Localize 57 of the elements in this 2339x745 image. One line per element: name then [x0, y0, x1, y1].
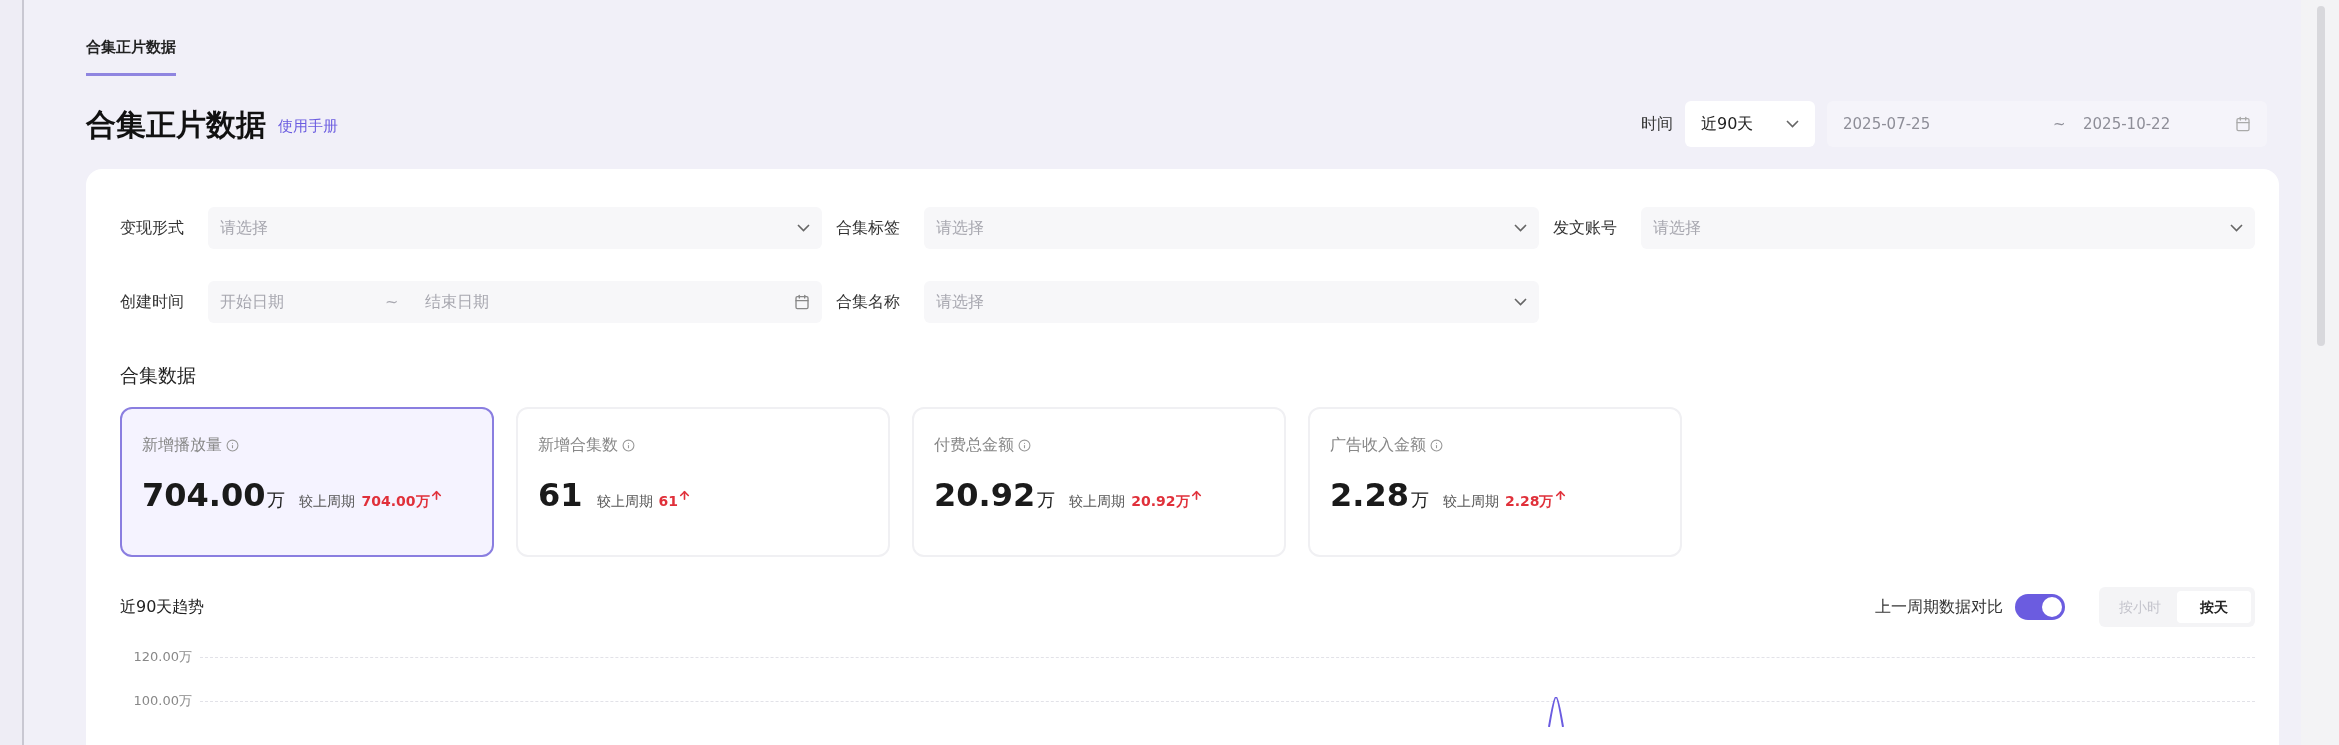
metric-value: 61 — [538, 475, 583, 516]
arrow-up-icon — [429, 488, 443, 502]
arrow-up-icon — [678, 488, 691, 502]
arrow-up-icon — [1189, 488, 1203, 502]
metric-card[interactable]: 新增播放量 704.00万 较上周期 704.00万 — [120, 407, 494, 557]
page-title: 合集正片数据 — [86, 106, 266, 144]
compare-label: 较上周期 — [1442, 492, 1499, 511]
trend-line — [1548, 697, 1564, 727]
info-icon — [622, 438, 635, 452]
metric-unit: 万 — [1037, 488, 1056, 512]
metric-value: 2.28 — [1330, 475, 1409, 516]
filter-label: 创建时间 — [120, 290, 185, 313]
filter-label: 发文账号 — [1552, 216, 1618, 239]
time-label: 时间 — [1641, 113, 1673, 136]
section-title: 合集数据 — [120, 362, 197, 388]
metric-card[interactable]: 新增合集数 61 较上周期 61 — [516, 407, 890, 557]
chevron-down-icon — [1786, 120, 1799, 129]
y-axis-label: 100.00万 — [132, 692, 193, 711]
metric-label: 新增合集数 — [538, 434, 618, 456]
info-icon — [226, 438, 239, 452]
metric-unit: 万 — [267, 488, 286, 512]
compare-value: 61 — [658, 492, 678, 511]
granularity-tab[interactable]: 按天 — [2177, 591, 2251, 623]
chevron-down-icon — [797, 223, 811, 232]
metric-label: 新增播放量 — [142, 434, 222, 456]
time-select[interactable]: 近90天 — [1685, 101, 1815, 148]
metric-card[interactable]: 广告收入金额 2.28 万 较上周期 2.28万 — [1308, 407, 1682, 557]
compare-value: 20.92万 — [1131, 492, 1190, 511]
info-icon — [1430, 438, 1443, 452]
metric-unit: 万 — [1410, 488, 1429, 512]
metric-card[interactable]: 付费总金额 20.92 万 较上周期 20.92万 — [912, 407, 1286, 557]
metric-value: 704.00 — [142, 475, 266, 516]
trend-title: 近90天趋势 — [120, 596, 205, 618]
calendar-icon — [794, 293, 811, 310]
date-range-field[interactable]: 2025-07-25 ~ 2025-10-22 — [1827, 101, 2267, 148]
compare-toggle[interactable] — [2015, 594, 2065, 620]
chevron-down-icon — [2230, 223, 2243, 232]
calendar-icon — [2235, 116, 2251, 133]
arrow-up-icon — [1553, 488, 1567, 502]
toggle-label: 上一周期数据对比 — [1875, 596, 2003, 618]
compare-label: 较上周期 — [299, 492, 356, 511]
filter-label: 变现形式 — [120, 216, 185, 239]
compare-value: 704.00万 — [361, 492, 430, 511]
metric-label: 付费总金额 — [934, 434, 1014, 456]
metric-value: 20.92 — [934, 475, 1036, 516]
compare-label: 较上周期 — [596, 492, 653, 511]
filter-label: 合集标签 — [836, 216, 902, 239]
compare-value: 2.28万 — [1504, 492, 1554, 511]
compare-label: 较上周期 — [1069, 492, 1126, 511]
chevron-down-icon — [1513, 297, 1527, 306]
metric-label: 广告收入金额 — [1330, 434, 1426, 456]
info-icon — [1018, 438, 1031, 452]
manual-link[interactable]: 使用手册 — [278, 115, 338, 138]
y-axis-label: 120.00万 — [132, 648, 193, 667]
chevron-down-icon — [1513, 223, 1527, 232]
tab[interactable]: 合集正片数据 — [86, 36, 176, 76]
filter-label: 合集名称 — [836, 290, 902, 313]
